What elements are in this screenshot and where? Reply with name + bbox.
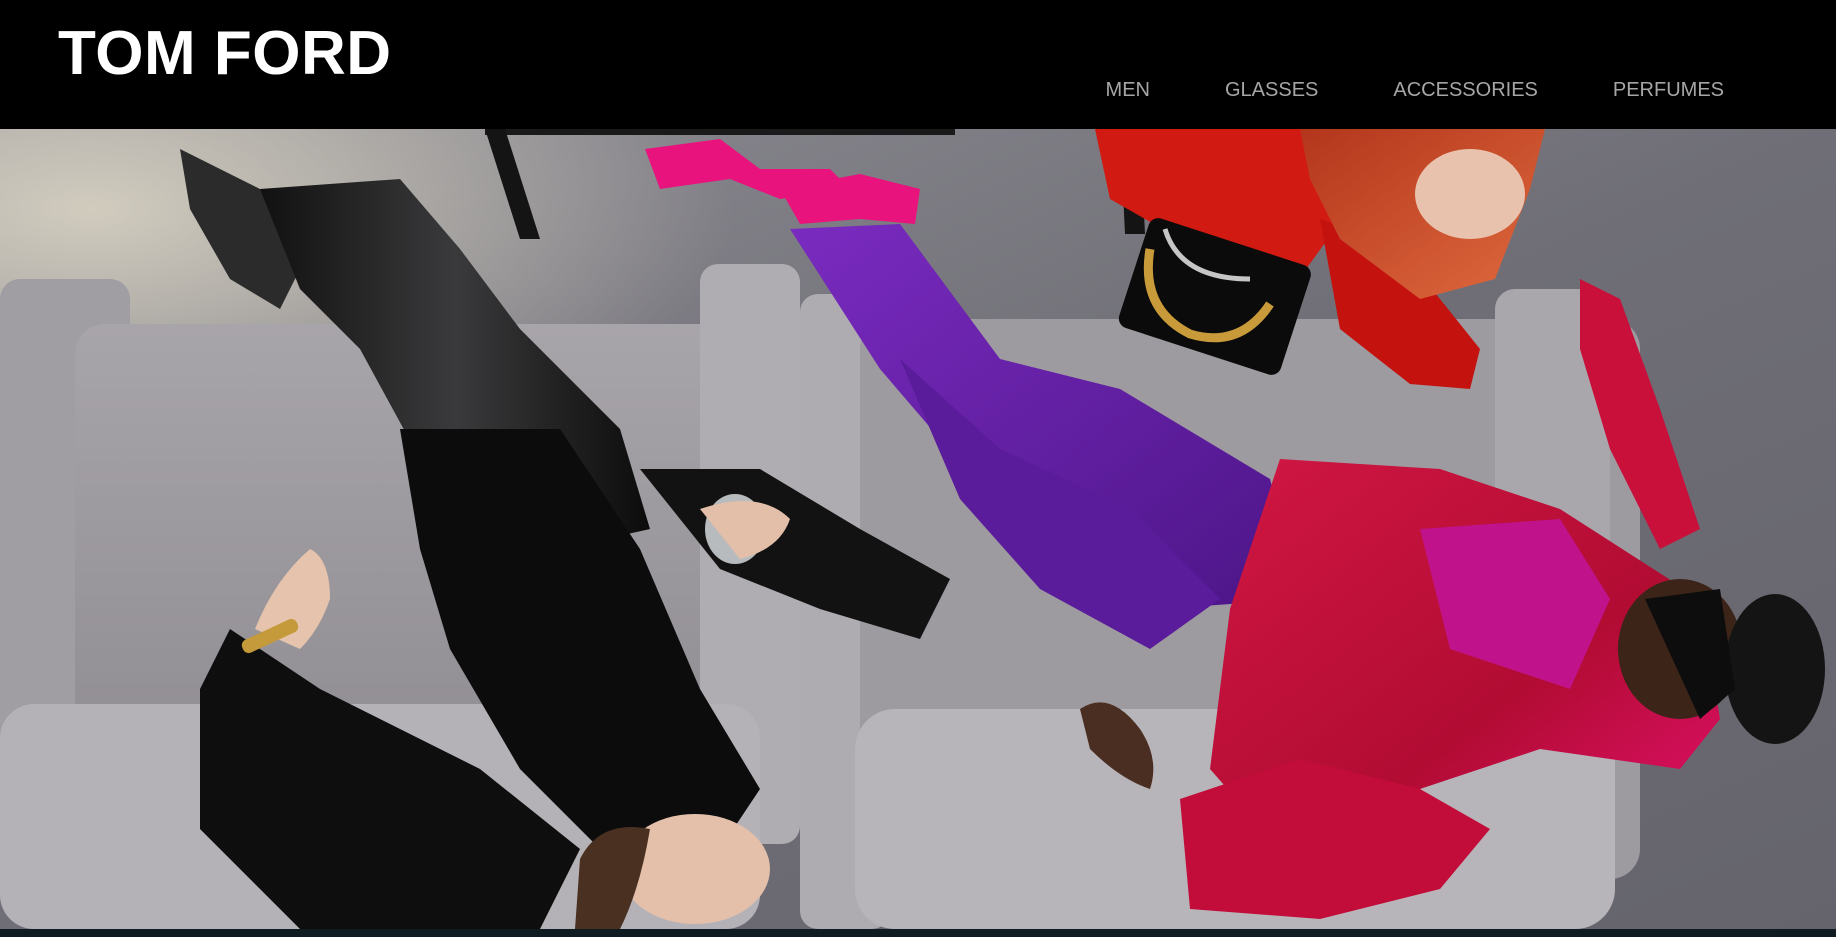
nav-item-accessories[interactable]: ACCESSORIES [1393, 78, 1537, 102]
brand-logo[interactable]: TOM FORD [58, 18, 392, 90]
main-nav: MEN GLASSES ACCESSORIES PERFUMES [1106, 78, 1724, 102]
site-header: TOM FORD MEN GLASSES ACCESSORIES PERFUME… [0, 0, 1836, 129]
nav-item-men[interactable]: MEN [1106, 78, 1150, 102]
hero-illustration [0, 129, 1836, 929]
nav-item-perfumes[interactable]: PERFUMES [1613, 78, 1724, 102]
bottom-edge [0, 929, 1836, 937]
hero-campaign-image[interactable] [0, 129, 1836, 929]
nav-item-glasses[interactable]: GLASSES [1225, 78, 1318, 102]
